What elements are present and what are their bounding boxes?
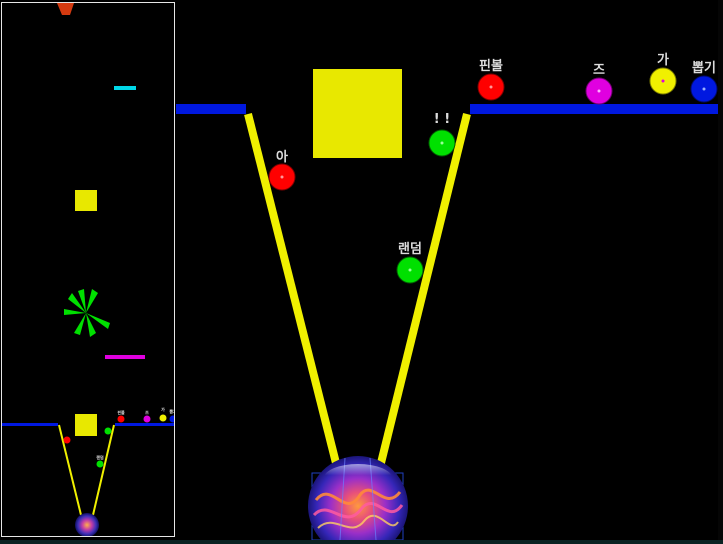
ball-jeu bbox=[585, 77, 613, 105]
ball-exclaim bbox=[428, 129, 456, 157]
ball-label-ppopgi: 뽑기 bbox=[692, 61, 716, 76]
goal-orb bbox=[308, 456, 408, 544]
ball-ga bbox=[649, 67, 677, 95]
ball-ppopgi bbox=[690, 75, 718, 103]
ball-pinball bbox=[477, 73, 505, 101]
ball-label-jeu: 즈 bbox=[593, 63, 605, 78]
ball-label-a: 아 bbox=[276, 150, 288, 165]
main-view bbox=[176, 67, 718, 544]
ball-a bbox=[268, 163, 296, 191]
bottom-edge-strip bbox=[0, 540, 723, 544]
right-edge-strip bbox=[718, 0, 723, 544]
funnel-left-wall bbox=[244, 113, 341, 468]
ball-label-random: 랜덤 bbox=[398, 242, 422, 257]
game-canvas[interactable]: 핀볼 즈 가 뽑기 랜덤 bbox=[0, 0, 723, 544]
yellow-block bbox=[313, 69, 402, 158]
funnel-right-wall bbox=[376, 113, 471, 468]
left-platform bbox=[176, 104, 246, 114]
ball-label-pinball: 핀볼 bbox=[479, 59, 503, 74]
right-platform bbox=[470, 104, 718, 114]
ball-label-exclaim: ! ! bbox=[433, 112, 451, 127]
ball-random bbox=[396, 256, 424, 284]
